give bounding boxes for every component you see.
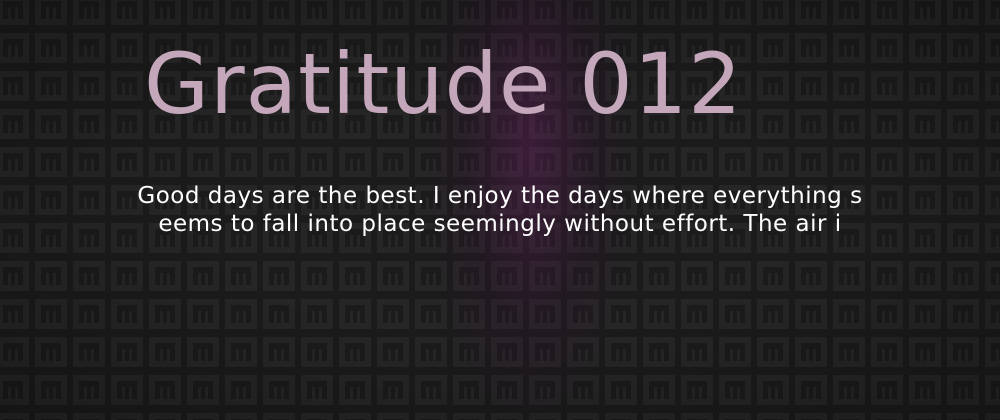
- post-title: Gratitude 012: [144, 35, 743, 133]
- excerpt-line-2: eems to fall into place seemingly withou…: [158, 211, 842, 237]
- excerpt-line-1: Good days are the best. I enjoy the days…: [137, 183, 863, 209]
- cover-banner: Gratitude 012 Good days are the best. I …: [0, 0, 1000, 420]
- post-excerpt: Good days are the best. I enjoy the days…: [60, 182, 940, 238]
